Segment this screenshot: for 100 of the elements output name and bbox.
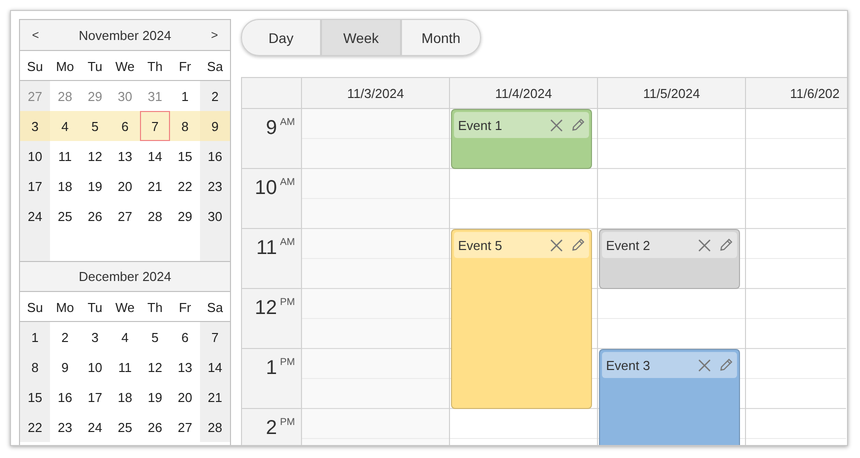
day-cell[interactable]: 20	[110, 171, 140, 201]
day-cell[interactable]: 31	[140, 81, 170, 111]
day-cell[interactable]: 12	[140, 352, 170, 382]
view-button[interactable]: Month	[401, 19, 481, 56]
previous-month-button[interactable]: <	[32, 28, 40, 42]
pencil-icon[interactable]	[719, 358, 733, 372]
day-cell[interactable]: 17	[20, 171, 50, 201]
day-cell[interactable]: 22	[170, 171, 200, 201]
day-cell[interactable]: 5	[80, 111, 110, 141]
day-cell[interactable]: 16	[200, 141, 230, 171]
view-button[interactable]: Week	[321, 19, 401, 56]
period-label: AM	[280, 237, 295, 250]
day-cell[interactable]: 5	[140, 322, 170, 352]
weekday-label: Tu	[86, 298, 104, 316]
day-cell[interactable]: 21	[200, 382, 230, 412]
week-row[interactable]: 27 28 29 30 31 1 2	[20, 81, 230, 111]
event-card[interactable]: Event 1	[451, 109, 592, 169]
day-cell[interactable]: 1	[20, 322, 50, 352]
week-row[interactable]: 10 11 12 13 14 15 16	[20, 141, 230, 171]
day-cell[interactable]: 29	[80, 81, 110, 111]
period-label: PM	[280, 357, 295, 370]
day-cell[interactable]: 8	[20, 352, 50, 382]
day-cell[interactable]: 16	[50, 382, 80, 412]
week-row[interactable]: 17 18 19 20 21 22 23	[20, 171, 230, 201]
day-cell[interactable]: 23	[200, 171, 230, 201]
day-cell[interactable]: 6	[110, 111, 140, 141]
day-cell[interactable]: 12	[80, 141, 110, 171]
event-title: Event 3	[606, 358, 652, 372]
day-cell[interactable]: 19	[140, 382, 170, 412]
pencil-icon[interactable]	[719, 238, 733, 252]
day-cell[interactable]: 18	[50, 171, 80, 201]
close-icon[interactable]	[698, 238, 711, 252]
day-cell[interactable]: 14	[140, 141, 170, 171]
day-cell[interactable]: 15	[170, 141, 200, 171]
day-cell[interactable]: 9	[50, 352, 80, 382]
day-cell[interactable]: 24	[80, 412, 110, 442]
day-cell[interactable]: 9	[200, 111, 230, 141]
hour-label: 9	[266, 117, 277, 141]
day-cell[interactable]: 6	[170, 322, 200, 352]
day-cell[interactable]: 23	[50, 412, 80, 442]
day-cell[interactable]: 10	[20, 141, 50, 171]
day-cell[interactable]: 7	[200, 322, 230, 352]
weekday-label: We	[114, 58, 136, 76]
day-cell[interactable]: 24	[20, 201, 50, 231]
day-cell[interactable]: 10	[80, 352, 110, 382]
close-icon[interactable]	[698, 358, 711, 372]
next-month-button[interactable]: >	[210, 28, 218, 42]
event-card[interactable]: Event 5	[451, 229, 592, 409]
day-cell[interactable]: 28	[140, 201, 170, 231]
week-row[interactable]: 22 23 24 25 26 27 28	[20, 412, 230, 442]
event-title: Event 2	[606, 238, 652, 252]
day-cell[interactable]: 2	[200, 81, 230, 111]
weekday-label: Su	[26, 58, 44, 76]
week-row[interactable]: 1 2 3 4 5 6 7	[20, 322, 230, 352]
day-cell[interactable]: 27	[170, 412, 200, 442]
month-title: December 2024	[78, 269, 172, 284]
day-cell[interactable]: 21	[140, 171, 170, 201]
day-cell[interactable]: 2	[50, 322, 80, 352]
day-cell[interactable]: 11	[110, 352, 140, 382]
day-cell[interactable]: 29	[170, 201, 200, 231]
day-cell[interactable]: 18	[110, 382, 140, 412]
day-cell[interactable]: 8	[170, 111, 200, 141]
day-cell[interactable]: 30	[110, 81, 140, 111]
day-cell[interactable]: 13	[110, 141, 140, 171]
day-cell[interactable]: 7	[140, 111, 170, 141]
day-cell[interactable]: 3	[20, 111, 50, 141]
day-cell[interactable]: 1	[170, 81, 200, 111]
day-cell[interactable]: 20	[170, 382, 200, 412]
day-cell[interactable]: 28	[200, 412, 230, 442]
pencil-icon[interactable]	[571, 118, 585, 132]
close-icon[interactable]	[550, 118, 563, 132]
day-cell[interactable]: 27	[110, 201, 140, 231]
day-cell[interactable]: 25	[110, 412, 140, 442]
day-cell[interactable]: 28	[50, 81, 80, 111]
event-card[interactable]: Event 3	[599, 349, 740, 445]
day-cell[interactable]: 26	[140, 412, 170, 442]
day-cell[interactable]: 13	[170, 352, 200, 382]
day-cell[interactable]: 26	[80, 201, 110, 231]
day-cell[interactable]: 3	[80, 322, 110, 352]
day-cell[interactable]: 19	[80, 171, 110, 201]
week-row[interactable]: 3 4 5 6 7 8 9	[20, 111, 230, 141]
view-button[interactable]: Day	[241, 19, 321, 56]
day-cell[interactable]: 14	[200, 352, 230, 382]
pencil-icon[interactable]	[571, 238, 585, 252]
day-cell[interactable]: 22	[20, 412, 50, 442]
weekday-label: Su	[26, 298, 44, 316]
event-card[interactable]: Event 2	[599, 229, 740, 289]
day-cell[interactable]: 11	[50, 141, 80, 171]
day-cell[interactable]: 4	[110, 322, 140, 352]
day-cell[interactable]: 15	[20, 382, 50, 412]
weekday-label: Mo	[54, 298, 76, 316]
close-icon[interactable]	[550, 238, 563, 252]
day-cell[interactable]: 25	[50, 201, 80, 231]
day-cell[interactable]: 30	[200, 201, 230, 231]
week-row[interactable]: 15 16 17 18 19 20 21	[20, 382, 230, 412]
week-row[interactable]: 24 25 26 27 28 29 30	[20, 201, 230, 231]
day-cell[interactable]: 4	[50, 111, 80, 141]
day-cell[interactable]: 17	[80, 382, 110, 412]
column-header: 11/6/202	[789, 84, 841, 102]
week-row[interactable]: 8 9 10 11 12 13 14	[20, 352, 230, 382]
